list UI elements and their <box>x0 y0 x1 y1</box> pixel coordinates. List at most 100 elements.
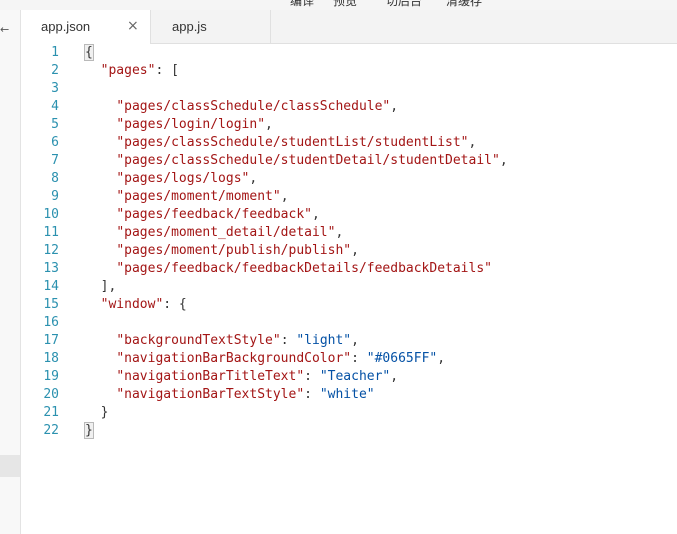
code-line[interactable]: 12 "pages/moment/publish/publish", <box>21 242 677 260</box>
line-number: 5 <box>51 117 59 132</box>
code-token: "pages" <box>100 63 156 78</box>
code-line[interactable]: 1{ <box>21 44 677 62</box>
code-line[interactable]: 8 "pages/logs/logs", <box>21 170 677 188</box>
code-line[interactable]: 18 "navigationBarBackgroundColor": "#066… <box>21 350 677 368</box>
code-token: "pages/moment/publish/publish" <box>116 243 352 258</box>
code-line[interactable]: 2 "pages": [ <box>21 62 677 80</box>
line-number: 19 <box>43 369 59 384</box>
line-number: 13 <box>43 261 59 276</box>
code-text: "navigationBarTextStyle": "white" <box>85 386 375 404</box>
close-icon[interactable]: × <box>127 10 139 43</box>
compile-button[interactable]: 编译 <box>290 0 314 9</box>
code-line[interactable]: 16 <box>21 314 677 332</box>
code-text: "pages/moment/publish/publish", <box>85 242 359 260</box>
code-text: "backgroundTextStyle": "light", <box>85 332 359 350</box>
code-text: "pages": [ <box>85 62 179 80</box>
line-number: 21 <box>43 405 59 420</box>
code-text: } <box>85 404 109 422</box>
code-token: , <box>335 225 344 240</box>
line-number: 16 <box>43 315 59 330</box>
code-token: "#0665FF" <box>366 351 438 366</box>
line-number: 22 <box>43 423 59 438</box>
code-token: , <box>249 171 258 186</box>
code-line[interactable]: 7 "pages/classSchedule/studentDetail/stu… <box>21 152 677 170</box>
code-token: , <box>351 243 359 258</box>
code-token: , <box>280 189 289 204</box>
line-number: 1 <box>51 45 59 60</box>
arrow-left-icon[interactable]: ← <box>0 23 9 36</box>
code-line[interactable]: 19 "navigationBarTitleText": "Teacher", <box>21 368 677 386</box>
code-line[interactable]: 20 "navigationBarTextStyle": "white" <box>21 386 677 404</box>
code-token: , <box>390 99 399 114</box>
code-token: : <box>280 333 297 348</box>
code-token: "pages/classSchedule/classSchedule" <box>116 99 391 114</box>
code-token: "navigationBarTextStyle" <box>116 387 305 402</box>
code-line[interactable]: 21 } <box>21 404 677 422</box>
code-line[interactable]: 4 "pages/classSchedule/classSchedule", <box>21 98 677 116</box>
code-line[interactable]: 13 "pages/feedback/feedbackDetails/feedb… <box>21 260 677 278</box>
code-token: } <box>84 422 94 439</box>
code-text: "pages/feedback/feedback", <box>85 206 320 224</box>
code-token: "pages/login/login" <box>116 117 266 132</box>
code-editor[interactable]: 1{2 "pages": [3 4 "pages/classSchedule/cl… <box>21 44 677 534</box>
preview-button[interactable]: 预览 <box>333 0 357 9</box>
code-text: "pages/classSchedule/studentDetail/stude… <box>85 152 507 170</box>
selected-file-row[interactable] <box>0 455 20 477</box>
background-button[interactable]: 切后台 <box>386 0 422 9</box>
tab-app-json[interactable]: app.json × <box>21 10 151 44</box>
line-number: 9 <box>51 189 59 204</box>
clear-cache-button[interactable]: 清缓存 <box>446 0 482 9</box>
code-line[interactable]: 14 ], <box>21 278 677 296</box>
code-text: "window": { <box>85 296 187 314</box>
code-token: "light" <box>296 333 352 348</box>
code-line[interactable]: 22} <box>21 422 677 440</box>
code-token: : <box>304 369 320 384</box>
code-line[interactable]: 9 "pages/moment/moment", <box>21 188 677 206</box>
line-number: 14 <box>43 279 59 294</box>
code-token: : <box>351 351 367 366</box>
code-line[interactable]: 10 "pages/feedback/feedback", <box>21 206 677 224</box>
code-token: { <box>84 44 94 61</box>
line-number: 11 <box>43 225 59 240</box>
code-token: , <box>468 135 477 150</box>
code-token: : [ <box>155 63 179 78</box>
code-text: "navigationBarBackgroundColor": "#0665FF… <box>85 350 445 368</box>
code-token: "backgroundTextStyle" <box>116 333 281 348</box>
code-token: , <box>311 207 320 222</box>
code-line[interactable]: 11 "pages/moment_detail/detail", <box>21 224 677 242</box>
code-token: , <box>390 369 399 384</box>
code-line[interactable]: 17 "backgroundTextStyle": "light", <box>21 332 677 350</box>
code-token: "navigationBarBackgroundColor" <box>116 351 352 366</box>
code-text: { <box>84 44 94 62</box>
code-line[interactable]: 6 "pages/classSchedule/studentList/stude… <box>21 134 677 152</box>
code-token: "white" <box>319 387 375 402</box>
code-line[interactable]: 15 "window": { <box>21 296 677 314</box>
code-text: "navigationBarTitleText": "Teacher", <box>85 368 398 386</box>
line-number: 10 <box>43 207 59 222</box>
file-explorer-panel: ← <box>0 10 21 534</box>
code-line[interactable]: 3 <box>21 80 677 98</box>
tab-label: app.js <box>172 19 207 34</box>
code-token: "window" <box>100 297 164 312</box>
line-number: 6 <box>51 135 59 150</box>
code-token: : <box>304 387 320 402</box>
code-line[interactable]: 5 "pages/login/login", <box>21 116 677 134</box>
line-number: 12 <box>43 243 59 258</box>
tab-app-js[interactable]: app.js <box>151 10 271 43</box>
code-token: , <box>351 333 359 348</box>
code-text: "pages/moment_detail/detail", <box>85 224 343 242</box>
line-number: 15 <box>43 297 59 312</box>
code-token: } <box>85 405 109 420</box>
line-number: 4 <box>51 99 59 114</box>
code-text: ], <box>85 278 117 296</box>
